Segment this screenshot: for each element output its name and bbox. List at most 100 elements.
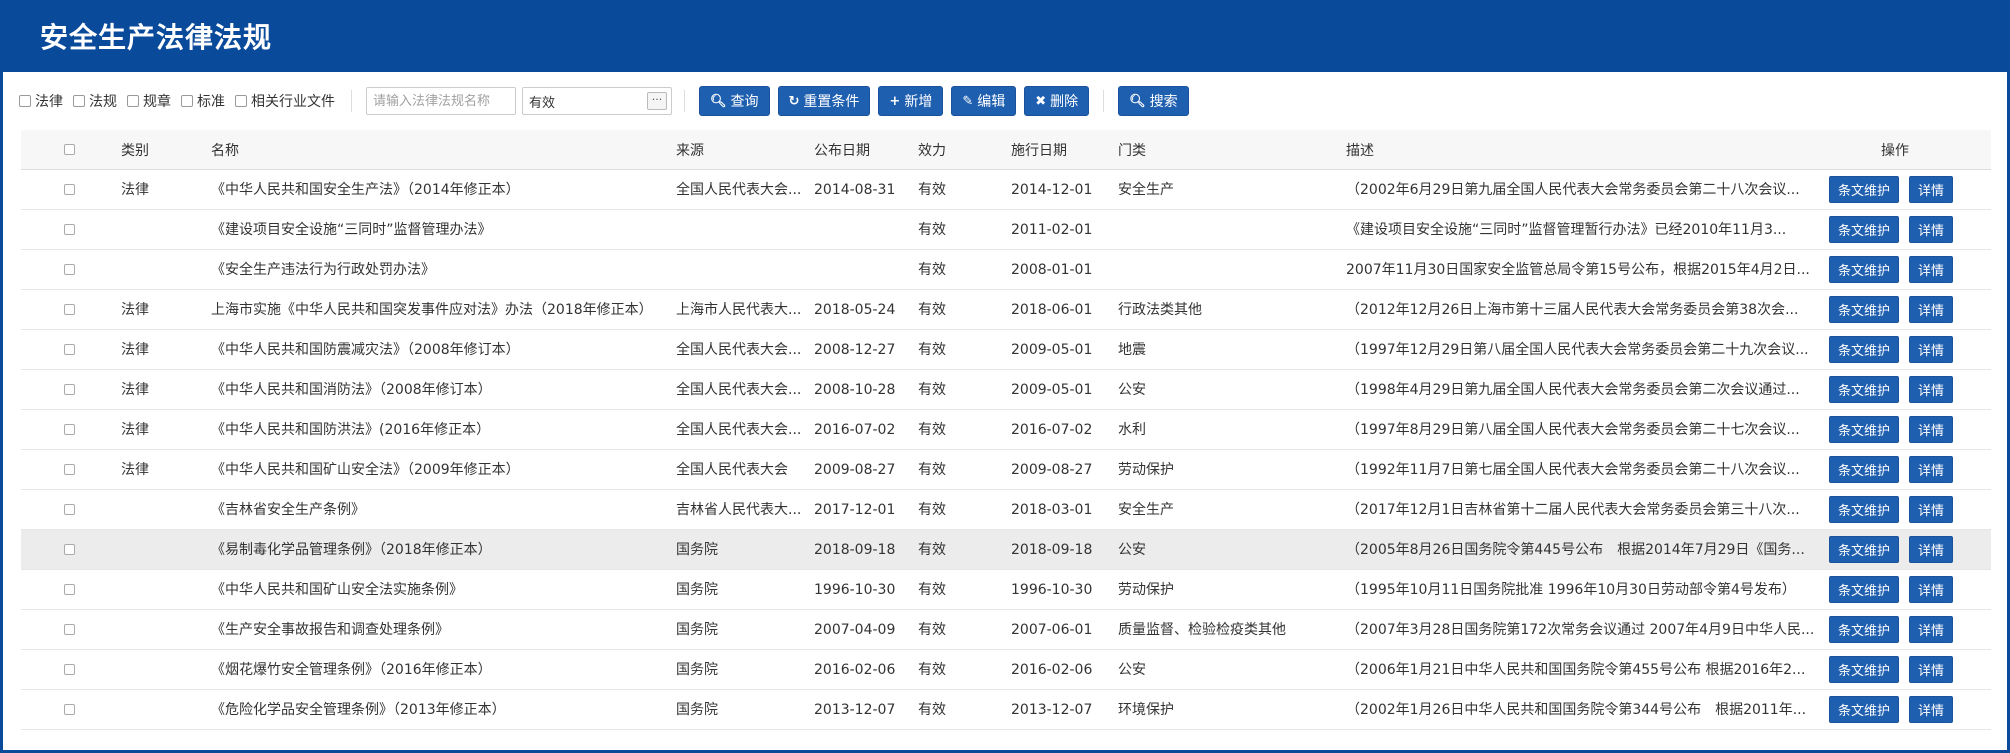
name-search-input[interactable] [366,87,516,115]
table-row[interactable]: 法律 上海市实施《中华人民共和国突发事件应对法》办法（2018年修正本） 上海市人民… [21,290,1991,330]
filter-industry-doc[interactable]: 相关行业文件 [235,91,335,111]
table-row[interactable]: 《建设项目安全设施“三同时”监督管理办法》 有效 2011-02-01 《建设项目安全… [21,210,1991,250]
table-row[interactable]: 法律 《中华人民共和国防洪法》(2016年修正本） 全国人民代表大会... 2016-… [21,410,1991,450]
detail-button[interactable]: 详情 [1909,496,1954,523]
query-button[interactable]: 🔍︎ 查询 [699,86,770,116]
detail-button[interactable]: 详情 [1909,256,1954,283]
filter-standard[interactable]: 标准 [181,91,225,111]
detail-button[interactable]: 详情 [1909,376,1954,403]
row-checkbox[interactable] [64,264,75,275]
maintain-articles-button[interactable]: 条文维护 [1829,216,1900,243]
cell-type-text: 法律 [121,381,149,398]
table-row[interactable]: 法律 《中华人民共和国矿山安全法》（2009年修正本） 全国人民代表大会 2009-0… [21,450,1991,490]
checkbox[interactable] [181,95,193,107]
detail-button[interactable]: 详情 [1909,616,1954,643]
col-type[interactable]: 类别 [121,130,181,169]
cell-name: 上海市实施《中华人民共和国突发事件应对法》办法（2018年修正本） [211,290,671,329]
table-row[interactable]: 《中华人民共和国矿山安全法实施条例》 国务院 1996-10-30 有效 1996-10… [21,570,1991,610]
cell-name: 《烟花爆竹安全管理条例》（2016年修正本） [211,650,671,689]
col-category[interactable]: 门类 [1118,130,1318,169]
table-row[interactable]: 《吉林省安全生产条例》 吉林省人民代表大... 2017-12-01 有效 2018-0… [21,490,1991,530]
cell-effect: 有效 [918,250,978,289]
edit-button[interactable]: ✎ 编辑 [951,86,1017,116]
detail-button[interactable]: 详情 [1909,296,1954,323]
checkbox[interactable] [19,95,31,107]
checkbox[interactable] [73,95,85,107]
table-row[interactable]: 《危险化学品安全管理条例》（2013年修正本） 国务院 2013-12-07 有效 20… [21,690,1991,730]
row-checkbox[interactable] [64,584,75,595]
row-checkbox[interactable] [64,304,75,315]
maintain-articles-button[interactable]: 条文维护 [1829,416,1900,443]
row-checkbox[interactable] [64,704,75,715]
filter-regulation-label: 法规 [89,94,117,110]
maintain-articles-button[interactable]: 条文维护 [1829,336,1900,363]
col-effect[interactable]: 效力 [918,130,978,169]
cell-effect: 有效 [918,330,978,369]
checkbox[interactable] [235,95,247,107]
maintain-articles-button[interactable]: 条文维护 [1829,376,1900,403]
delete-button[interactable]: ✖ 删除 [1024,86,1090,116]
detail-button[interactable]: 详情 [1909,416,1954,443]
maintain-articles-button[interactable]: 条文维护 [1829,456,1900,483]
select-all-checkbox[interactable] [64,144,75,155]
search-button[interactable]: 🔍︎ 搜索 [1118,86,1189,116]
checkbox[interactable] [127,95,139,107]
cell-impl-date: 2016-02-06 [1011,650,1101,689]
maintain-articles-button[interactable]: 条文维护 [1829,576,1900,603]
row-checkbox[interactable] [64,384,75,395]
effect-select[interactable]: 有效 ··· [522,87,672,115]
add-button[interactable]: + 新增 [878,86,944,116]
cell-impl-date: 2009-08-27 [1011,450,1101,489]
table-row[interactable]: 《安全生产违法行为行政处罚办法》 有效 2008-01-01 2007年11月30日国… [21,250,1991,290]
row-checkbox[interactable] [64,344,75,355]
detail-button[interactable]: 详情 [1909,576,1954,603]
row-select-cell [64,210,78,249]
maintain-articles-button[interactable]: 条文维护 [1829,696,1900,723]
maintain-articles-button[interactable]: 条文维护 [1829,496,1900,523]
maintain-articles-button[interactable]: 条文维护 [1829,296,1900,323]
filter-regulation[interactable]: 法规 [73,91,117,111]
detail-button[interactable]: 详情 [1909,176,1954,203]
reset-button[interactable]: ↻ 重置条件 [777,86,871,116]
maintain-articles-button[interactable]: 条文维护 [1829,536,1900,563]
table-row[interactable]: 《生产安全事故报告和调查处理条例》 国务院 2007-04-09 有效 2007-06-… [21,610,1991,650]
row-checkbox[interactable] [64,424,75,435]
row-checkbox[interactable] [64,504,75,515]
col-source[interactable]: 来源 [676,130,806,169]
row-checkbox[interactable] [64,224,75,235]
cell-source-text: 全国人民代表大会... [676,341,802,358]
cell-publish-date: 2018-09-18 [814,530,904,569]
cell-source: 国务院 [676,530,806,569]
detail-button[interactable]: 详情 [1909,216,1954,243]
cell-desc-text: （1995年10月11日国务院批准 1996年10月30日劳动部令第4号发布） [1346,581,1796,598]
cell-type [121,530,181,569]
filter-rule[interactable]: 规章 [127,91,171,111]
maintain-articles-button[interactable]: 条文维护 [1829,176,1900,203]
detail-button[interactable]: 详情 [1909,336,1954,363]
detail-button[interactable]: 详情 [1909,536,1954,563]
table-row[interactable]: 《易制毒化学品管理条例》（2018年修正本） 国务院 2018-09-18 有效 201… [21,530,1991,570]
col-publish-date[interactable]: 公布日期 [814,130,904,169]
detail-button[interactable]: 详情 [1909,456,1954,483]
table-row[interactable]: 法律 《中华人民共和国防震减灾法》（2008年修订本） 全国人民代表大会... 200… [21,330,1991,370]
table-row[interactable]: 法律 《中华人民共和国消防法》（2008年修订本） 全国人民代表大会... 2008-… [21,370,1991,410]
col-name[interactable]: 名称 [211,130,671,169]
detail-button[interactable]: 详情 [1909,656,1954,683]
more-icon[interactable]: ··· [647,92,667,110]
row-checkbox[interactable] [64,544,75,555]
table-row[interactable]: 法律 《中华人民共和国安全生产法》（2014年修正本） 全国人民代表大会... 201… [21,170,1991,210]
cell-category: 劳动保护 [1118,570,1318,609]
col-desc[interactable]: 描述 [1346,130,1826,169]
maintain-articles-button[interactable]: 条文维护 [1829,256,1900,283]
row-checkbox[interactable] [64,624,75,635]
table-row[interactable]: 《烟花爆竹安全管理条例》（2016年修正本） 国务院 2016-02-06 有效 201… [21,650,1991,690]
maintain-articles-button[interactable]: 条文维护 [1829,656,1900,683]
detail-button[interactable]: 详情 [1909,696,1954,723]
cell-category: 地震 [1118,330,1318,369]
row-checkbox[interactable] [64,184,75,195]
maintain-articles-button[interactable]: 条文维护 [1829,616,1900,643]
col-impl-date[interactable]: 施行日期 [1011,130,1101,169]
row-checkbox[interactable] [64,464,75,475]
row-checkbox[interactable] [64,664,75,675]
filter-law[interactable]: 法律 [19,91,63,111]
